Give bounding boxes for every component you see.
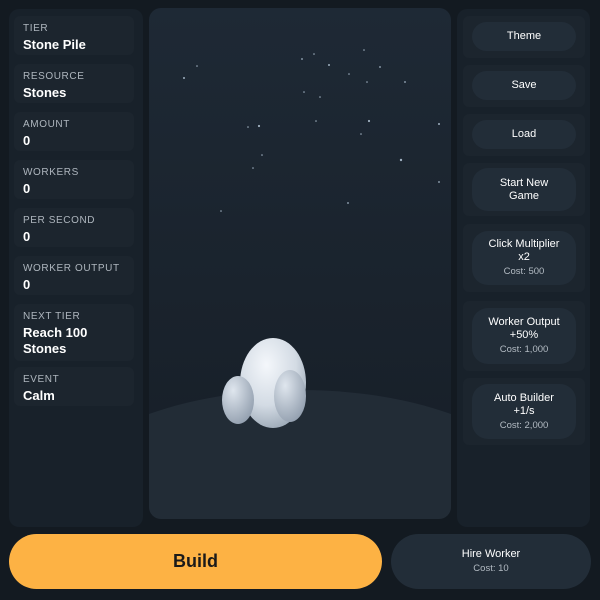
- stat-event: EVENT Calm: [14, 367, 134, 406]
- hire-worker-label: Hire Worker: [461, 548, 521, 560]
- button-label: Theme: [506, 30, 542, 42]
- upgrade-card-worker-output: Worker Output +50% Cost: 1,000: [463, 301, 585, 371]
- stat-value: Stones: [23, 85, 67, 100]
- stat-next-tier: NEXT TIER Reach 100 Stones: [14, 304, 134, 361]
- stone-pile-icon: [222, 338, 306, 428]
- stat-value: 0: [23, 133, 31, 148]
- upgrade-cost: Cost: 500: [503, 266, 545, 277]
- upgrade-card-click-multiplier: Click Multiplier x2 Cost: 500: [463, 224, 585, 292]
- upgrade-title: Click Multiplier x2: [488, 238, 560, 263]
- build-button[interactable]: Build: [9, 534, 382, 589]
- load-button[interactable]: Load: [472, 120, 576, 149]
- stars: [183, 49, 440, 212]
- stat-value: Stone Pile: [23, 37, 86, 52]
- stat-value: 0: [23, 229, 31, 244]
- stat-value: Calm: [23, 388, 55, 403]
- start-new-game-button[interactable]: Start New Game: [472, 168, 576, 211]
- upgrade-card-auto-builder: Auto Builder +1/s Cost: 2,000: [463, 378, 585, 445]
- stat-label: EVENT: [23, 374, 60, 385]
- new-game-card: Start New Game: [463, 163, 585, 216]
- stat-workers: WORKERS 0: [14, 160, 134, 199]
- stat-value: 0: [23, 277, 31, 292]
- upgrade-title: Auto Builder +1/s: [494, 391, 554, 417]
- theme-button[interactable]: Theme: [472, 22, 576, 51]
- button-label: Load: [511, 128, 537, 140]
- stat-worker-output: WORKER OUTPUT 0: [14, 256, 134, 295]
- build-stage[interactable]: [149, 8, 451, 519]
- save-button[interactable]: Save: [472, 71, 576, 100]
- stat-label: TIER: [23, 23, 49, 34]
- stat-label: PER SECOND: [23, 215, 96, 226]
- stat-per-second: PER SECOND 0: [14, 208, 134, 247]
- stat-resource: RESOURCE Stones: [14, 64, 134, 103]
- save-card: Save: [463, 65, 585, 107]
- stat-label: WORKERS: [23, 167, 79, 178]
- button-label: Save: [511, 79, 537, 91]
- upgrade-cost: Cost: 1,000: [499, 344, 549, 355]
- stat-amount: AMOUNT 0: [14, 112, 134, 151]
- load-card: Load: [463, 114, 585, 156]
- stat-label: AMOUNT: [23, 119, 70, 130]
- stat-label: NEXT TIER: [23, 311, 81, 322]
- upgrade-title: Worker Output +50%: [488, 316, 560, 341]
- hire-worker-cost: Cost: 10: [473, 563, 509, 574]
- stat-value: Reach 100 Stones: [23, 325, 88, 356]
- upgrade-button-click-multiplier[interactable]: Click Multiplier x2 Cost: 500: [472, 231, 576, 285]
- stage-scene: [149, 49, 451, 519]
- stat-value: 0: [23, 181, 31, 196]
- stat-tier: TIER Stone Pile: [14, 16, 134, 55]
- stat-label: WORKER OUTPUT: [23, 263, 120, 274]
- upgrade-button-worker-output[interactable]: Worker Output +50% Cost: 1,000: [472, 308, 576, 364]
- upgrade-cost: Cost: 2,000: [499, 419, 549, 431]
- controls-panel: Theme Save Load Start New Game Click Mul…: [457, 9, 590, 527]
- theme-card: Theme: [463, 16, 585, 58]
- stat-label: RESOURCE: [23, 71, 85, 82]
- upgrade-button-auto-builder[interactable]: Auto Builder +1/s Cost: 2,000: [472, 384, 576, 439]
- button-label: Start New Game: [499, 176, 549, 202]
- hire-worker-button[interactable]: Hire Worker Cost: 10: [391, 534, 591, 589]
- stats-panel: TIER Stone Pile RESOURCE Stones AMOUNT 0…: [9, 9, 143, 527]
